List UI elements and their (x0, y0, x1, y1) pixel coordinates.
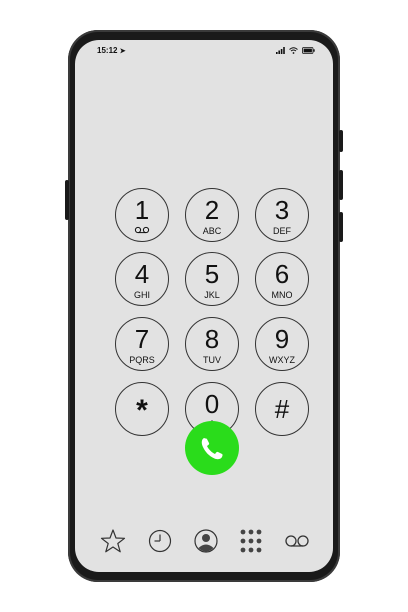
key-letters: WXYZ (269, 355, 295, 365)
key-letters: DEF (273, 226, 291, 236)
keypad-key-star[interactable]: * (115, 382, 169, 436)
keypad-key-3[interactable]: 3 DEF (255, 188, 309, 242)
phone-handset-icon (201, 438, 223, 460)
key-digit: 7 (134, 324, 150, 354)
phone-frame: 15:12 ➤ 1 2 ABC 3 DEF 4 GHI 5 JKL 6 MNO … (65, 30, 343, 582)
key-letters: TUV (203, 355, 221, 365)
keypad-key-8[interactable]: 8 TUV (185, 317, 239, 371)
battery-icon (302, 47, 315, 54)
contacts-person-icon (194, 529, 218, 553)
key-digit: 3 (274, 195, 290, 225)
side-button-3 (339, 212, 343, 242)
recents-clock-icon (148, 529, 172, 553)
side-button-1 (339, 130, 343, 152)
tab-recents[interactable] (146, 528, 174, 554)
voicemail-icon (285, 535, 309, 547)
keypad-key-1[interactable]: 1 (115, 188, 169, 242)
location-arrow-icon: ➤ (119, 48, 126, 55)
voicemail-icon (116, 226, 168, 236)
keypad-key-hash[interactable]: # (255, 382, 309, 436)
favorites-star-icon (100, 529, 126, 553)
tab-favorites[interactable] (99, 528, 127, 554)
tab-contacts[interactable] (192, 528, 220, 554)
key-digit: 2 (204, 195, 220, 225)
tab-voicemail[interactable] (283, 528, 311, 554)
call-button[interactable] (185, 421, 239, 475)
keypad-key-7[interactable]: 7 PQRS (115, 317, 169, 371)
keypad-key-4[interactable]: 4 GHI (115, 252, 169, 306)
key-digit: # (274, 394, 290, 424)
key-letters: MNO (271, 290, 293, 300)
signal-icon (276, 47, 285, 54)
key-letters: PQRS (129, 355, 155, 365)
phone-screen: 15:12 ➤ 1 2 ABC 3 DEF 4 GHI 5 JKL 6 MNO … (75, 40, 333, 572)
key-digit: 8 (204, 324, 220, 354)
keypad-key-5[interactable]: 5 JKL (185, 252, 239, 306)
key-letters: JKL (204, 290, 220, 300)
keypad-key-9[interactable]: 9 WXYZ (255, 317, 309, 371)
key-digit: * (136, 394, 148, 427)
volume-button (65, 180, 69, 220)
keypad-key-6[interactable]: 6 MNO (255, 252, 309, 306)
key-digit: 4 (134, 259, 150, 289)
side-button-2 (339, 170, 343, 200)
status-bar: 15:12 ➤ (75, 40, 333, 64)
key-digit: 9 (274, 324, 290, 354)
key-letters: GHI (133, 290, 150, 300)
tab-keypad[interactable] (237, 528, 265, 554)
keypad-key-2[interactable]: 2 ABC (185, 188, 239, 242)
wifi-icon (289, 47, 298, 54)
key-digit: 0 (204, 389, 220, 419)
keypad-grid-icon (240, 529, 262, 553)
status-time: 15:12 ➤ (97, 46, 126, 55)
key-digit: 6 (274, 259, 290, 289)
key-digit: 5 (204, 259, 220, 289)
key-digit: 1 (134, 195, 150, 225)
key-letters: ABC (202, 226, 222, 236)
